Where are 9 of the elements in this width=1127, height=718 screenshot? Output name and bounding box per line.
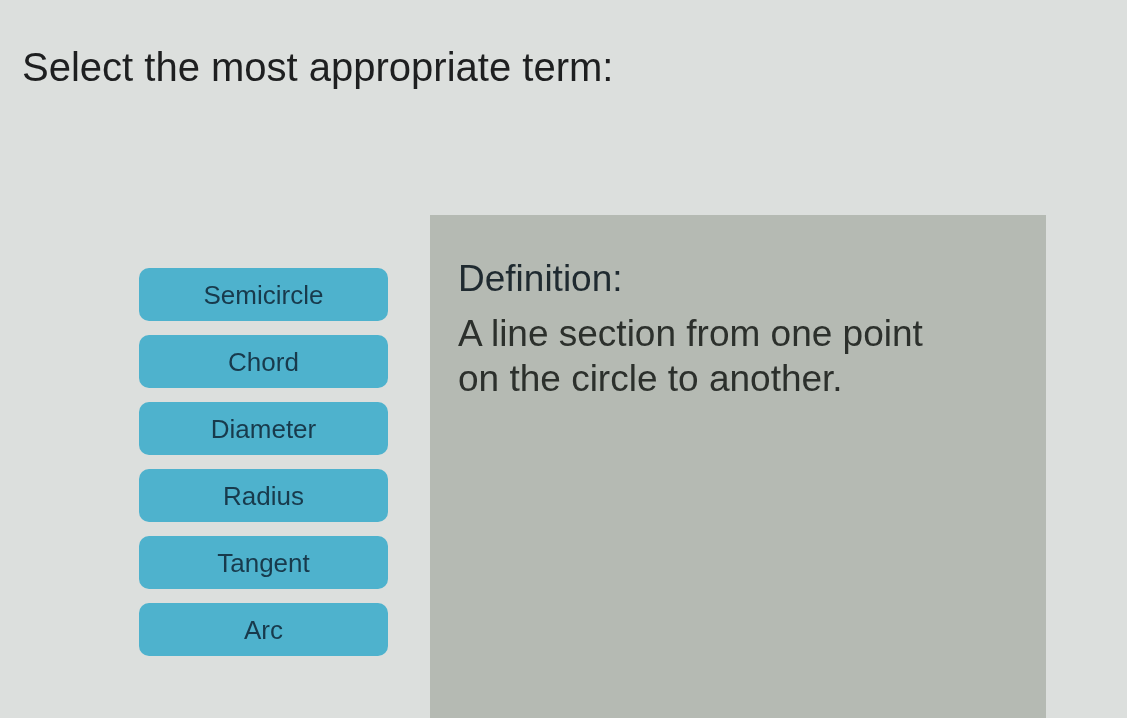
term-button[interactable]: Arc <box>139 603 388 656</box>
question-prompt: Select the most appropriate term: <box>22 44 614 91</box>
definition-text: A line section from one point on the circle to another. <box>458 312 924 401</box>
term-button[interactable]: Chord <box>139 335 388 388</box>
definition-heading: Definition: <box>458 257 623 301</box>
term-button[interactable]: Radius <box>139 469 388 522</box>
term-button[interactable]: Semicircle <box>139 268 388 321</box>
term-button[interactable]: Tangent <box>139 536 388 589</box>
term-button[interactable]: Diameter <box>139 402 388 455</box>
